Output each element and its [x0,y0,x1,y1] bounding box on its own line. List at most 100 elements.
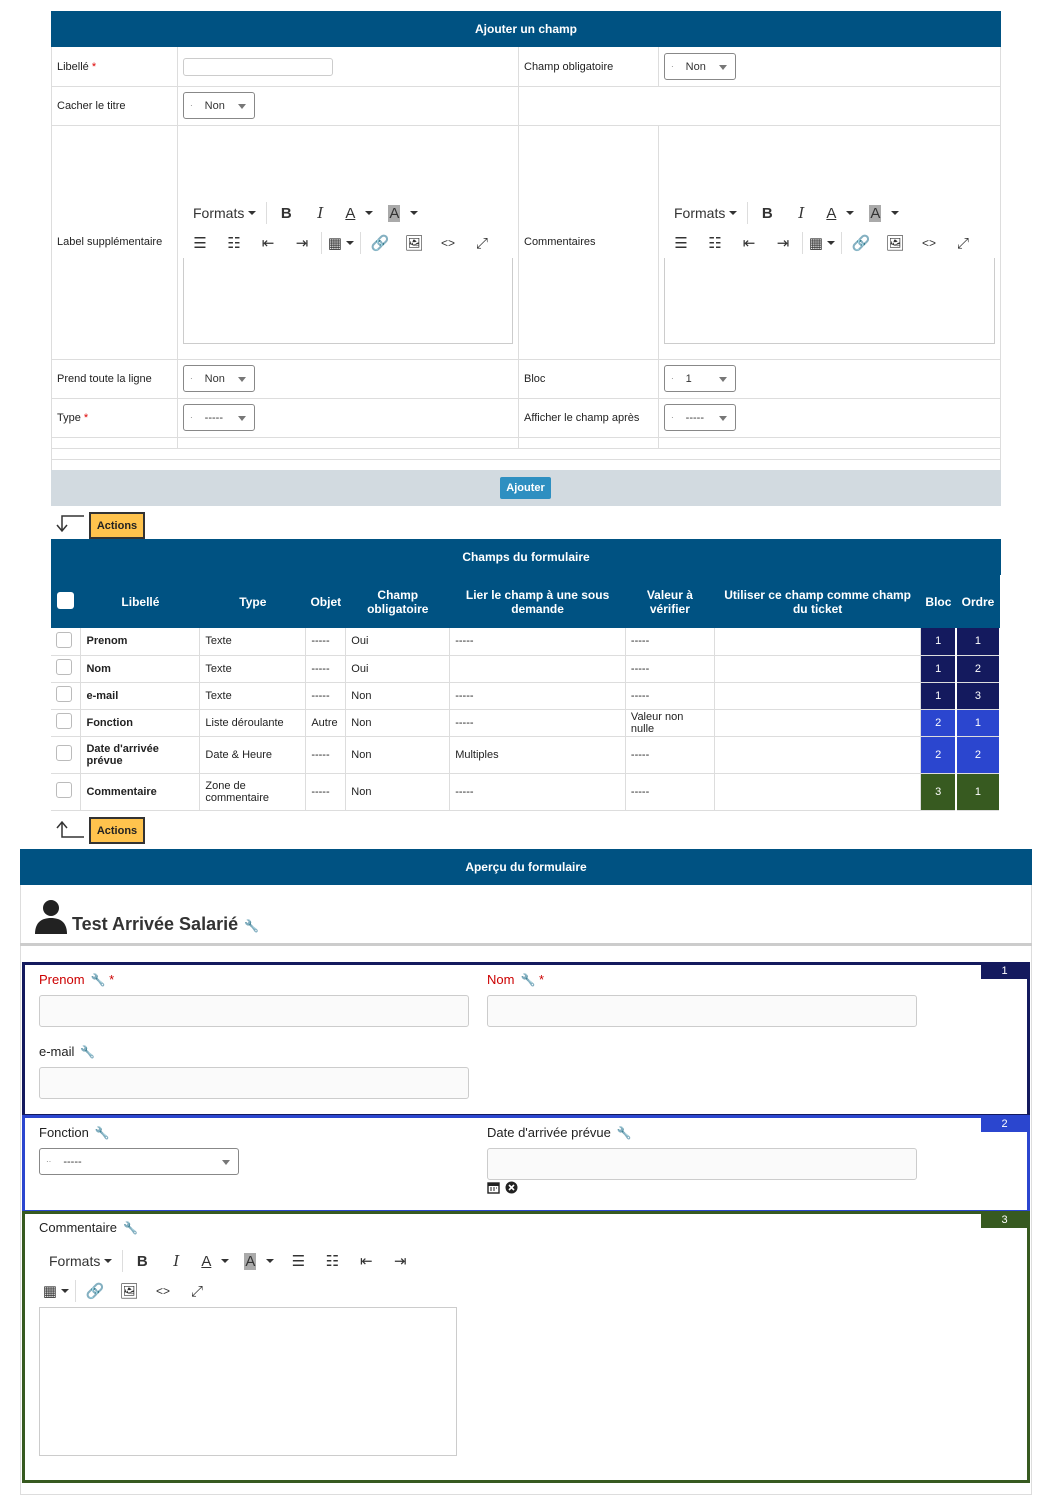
indent-icon[interactable]: ⇥ [766,231,800,255]
bullet-list-icon[interactable]: ☰ [664,231,698,255]
bullet-list-icon[interactable]: ☰ [183,231,217,255]
row-checkbox[interactable] [56,713,72,729]
wrench-icon[interactable]: 🔧 [617,1126,632,1140]
bold-button[interactable]: B [125,1249,159,1273]
bg-color-button[interactable]: A [237,1249,281,1273]
font-color-button[interactable]: A [818,201,862,225]
column-header[interactable]: Lier le champ à une sous demande [449,575,626,628]
cell-obligatoire: Non [345,736,451,774]
calendar-icon[interactable] [487,1181,500,1194]
formats-dropdown[interactable]: Formats [183,201,264,225]
add-button[interactable]: Ajouter [500,477,551,499]
cell-utiliser [714,682,922,710]
outdent-icon[interactable]: ⇤ [251,231,285,255]
table-icon[interactable]: ▦ [805,231,839,255]
image-icon[interactable]: 🖼 [878,231,912,255]
actions-button[interactable]: Actions [89,512,145,539]
column-header[interactable]: Objet [305,575,346,628]
source-code-icon[interactable]: <> [912,231,946,255]
nom-input[interactable] [487,995,917,1027]
bloc-select[interactable]: · 1 [664,365,736,392]
numbered-list-icon[interactable]: ☷ [698,231,732,255]
actions-button[interactable]: Actions [89,817,145,844]
table-row[interactable]: e-mail Texte ----- Non ----- ----- 1 3 [51,682,1002,710]
indent-icon[interactable]: ⇥ [383,1249,417,1273]
fonction-select[interactable]: ·· ----- [39,1148,239,1175]
table-row[interactable]: Commentaire Zone de commentaire ----- No… [51,773,1002,811]
commentaire-editor[interactable] [39,1307,457,1456]
afficher-apres-select[interactable]: · ----- [664,404,736,431]
bg-color-button[interactable]: A [381,201,425,225]
cell-objet: ----- [305,736,347,774]
source-code-icon[interactable]: <> [146,1279,180,1303]
wrench-icon[interactable]: 🔧 [91,973,106,987]
link-icon[interactable]: 🔗 [363,231,397,255]
image-icon[interactable]: 🖼 [397,231,431,255]
cell-bloc: 1 [920,682,957,710]
link-icon[interactable]: 🔗 [844,231,878,255]
column-header[interactable]: Ordre [955,575,1000,628]
row-checkbox[interactable] [56,686,72,702]
wrench-icon[interactable]: 🔧 [80,1045,95,1059]
column-header[interactable]: Bloc [920,575,956,628]
column-header[interactable]: Champ obligatoire [345,575,450,628]
numbered-list-icon[interactable]: ☷ [315,1249,349,1273]
row-checkbox[interactable] [56,745,72,761]
bold-button[interactable]: B [269,201,303,225]
column-header[interactable]: Valeur à vérifier [625,575,715,628]
source-code-icon[interactable]: <> [431,231,465,255]
fullscreen-icon[interactable]: ⤢ [946,231,980,255]
cell-type: Texte [199,628,307,656]
chevron-down-icon [221,1259,230,1263]
row-checkbox[interactable] [56,782,72,798]
prenom-input[interactable] [39,995,469,1027]
row-checkbox[interactable] [56,659,72,675]
cacher-titre-select[interactable]: · Non [183,92,255,119]
link-icon[interactable]: 🔗 [78,1279,112,1303]
row-checkbox[interactable] [56,631,72,648]
indent-icon[interactable]: ⇥ [285,231,319,255]
table-row[interactable]: Nom Texte ----- Oui ----- 1 2 [51,655,1002,683]
formats-dropdown[interactable]: Formats [39,1249,120,1273]
email-input[interactable] [39,1067,469,1099]
font-color-button[interactable]: A [193,1249,237,1273]
column-header[interactable]: Type [199,575,306,628]
table-row[interactable]: Prenom Texte ----- Oui ----- ----- 1 1 [51,628,1002,656]
wrench-icon[interactable]: 🔧 [244,919,259,933]
wrench-icon[interactable]: 🔧 [520,973,535,987]
prend-ligne-select[interactable]: · Non [183,365,255,392]
font-color-button[interactable]: A [337,201,381,225]
column-header[interactable]: Utiliser ce champ comme champ du ticket [714,575,921,628]
wrench-icon[interactable]: 🔧 [123,1221,138,1235]
bullet-list-icon[interactable]: ☰ [281,1249,315,1273]
table-icon[interactable]: ▦ [39,1279,73,1303]
champ-obligatoire-select[interactable]: · Non [664,53,736,80]
table-row[interactable]: Date d'arrivée prévue Date & Heure -----… [51,736,1002,774]
bg-color-button[interactable]: A [862,201,906,225]
commentaires-editor[interactable] [664,258,995,344]
outdent-icon[interactable]: ⇤ [732,231,766,255]
italic-button[interactable]: I [303,201,337,225]
select-all-checkbox[interactable] [57,591,75,609]
fullscreen-icon[interactable]: ⤢ [180,1279,214,1303]
clear-icon[interactable] [505,1181,518,1194]
table-icon[interactable]: ▦ [324,231,358,255]
label-supp-editor[interactable] [183,258,513,344]
date-input[interactable] [487,1148,917,1180]
fullscreen-icon[interactable]: ⤢ [465,231,499,255]
italic-button[interactable]: I [159,1249,193,1273]
image-icon[interactable]: 🖼 [112,1279,146,1303]
libelle-input[interactable] [183,58,333,76]
column-header[interactable]: Libellé [80,575,200,628]
formats-dropdown[interactable]: Formats [664,201,745,225]
bold-button[interactable]: B [750,201,784,225]
table-row[interactable]: Fonction Liste déroulante Autre Non ----… [51,709,1002,737]
type-select[interactable]: · ----- [183,404,255,431]
chevron-down-icon [410,211,419,215]
outdent-icon[interactable]: ⇤ [349,1249,383,1273]
italic-button[interactable]: I [784,201,818,225]
numbered-list-icon[interactable]: ☷ [217,231,251,255]
wrench-icon[interactable]: 🔧 [95,1126,110,1140]
cell-objet: ----- [305,655,347,683]
chevron-down-icon [729,211,738,215]
